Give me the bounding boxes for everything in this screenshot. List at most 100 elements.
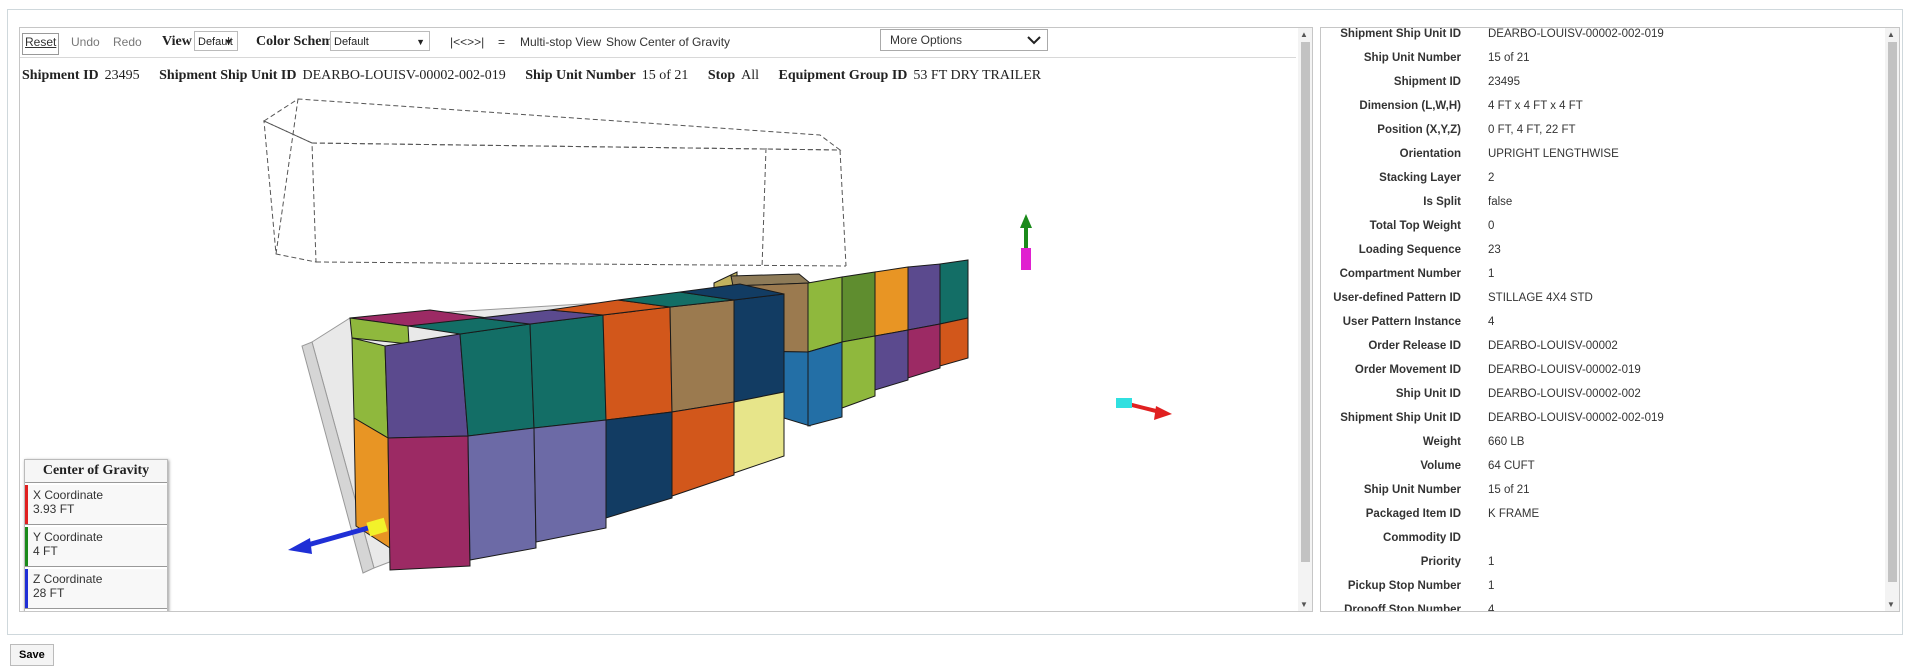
property-value: DEARBO-LOUISV-00002-002 <box>1488 388 1641 400</box>
axis-x-handle <box>1116 398 1132 408</box>
property-value: STILLAGE 4X4 STD <box>1488 292 1593 304</box>
property-row: Ship Unit Number 15 of 21 <box>1321 483 1881 507</box>
property-label: Total Top Weight <box>1369 220 1461 232</box>
property-row: Loading Sequence 23 <box>1321 243 1881 267</box>
property-row: Packaged Item ID K FRAME <box>1321 507 1881 531</box>
property-value: 15 of 21 <box>1488 484 1530 496</box>
cog-x-label: X Coordinate <box>33 488 104 502</box>
property-label: Compartment Number <box>1339 268 1461 280</box>
z-color-bar <box>25 569 28 608</box>
cargo-boxes <box>349 259 969 571</box>
property-label: Ship Unit ID <box>1395 388 1461 400</box>
property-label: Shipment Ship Unit ID <box>1340 412 1461 424</box>
properties-panel: Shipment Ship Unit ID DEARBO-LOUISV-00002… <box>1320 27 1900 612</box>
property-value: DEARBO-LOUISV-00002 <box>1488 340 1618 352</box>
property-label: Order Movement ID <box>1354 364 1461 376</box>
property-value: 23 <box>1488 244 1501 256</box>
property-label: Is Split <box>1423 196 1461 208</box>
property-label: Pickup Stop Number <box>1347 580 1461 592</box>
cog-x-value: 3.93 FT <box>33 502 75 516</box>
cog-z-label: Z Coordinate <box>33 572 103 586</box>
scroll-thumb[interactable] <box>1888 42 1897 582</box>
axis-x-arrow <box>1154 406 1172 420</box>
trailer-3d-view[interactable] <box>20 28 1298 612</box>
property-value: 4 <box>1488 316 1495 328</box>
property-label: Stacking Layer <box>1379 172 1461 184</box>
property-row: Order Release ID DEARBO-LOUISV-00002 <box>1321 339 1881 363</box>
property-label: User Pattern Instance <box>1342 316 1461 328</box>
property-value: 4 FT x 4 FT x 4 FT <box>1488 100 1583 112</box>
property-value: 2 <box>1488 172 1495 184</box>
center-of-gravity-panel: Center of Gravity X Coordinate 3.93 FT Y… <box>24 459 168 611</box>
scroll-thumb[interactable] <box>1301 42 1310 562</box>
viewer-scrollbar[interactable]: ▲ ▼ <box>1298 28 1312 611</box>
property-value: 0 FT, 4 FT, 22 FT <box>1488 124 1576 136</box>
property-label: Position (X,Y,Z) <box>1377 124 1461 136</box>
property-row: Total Top Weight 0 <box>1321 219 1881 243</box>
scroll-up-icon[interactable]: ▲ <box>1887 30 1895 39</box>
property-value: 1 <box>1488 268 1495 280</box>
property-value: 4 <box>1488 604 1495 612</box>
property-value: 0 <box>1488 220 1495 232</box>
property-label: Priority <box>1420 556 1461 568</box>
property-value: DEARBO-LOUISV-00002-002-019 <box>1488 412 1664 424</box>
property-value: 660 LB <box>1488 436 1525 448</box>
property-row: Shipment Ship Unit ID DEARBO-LOUISV-00002… <box>1321 28 1881 51</box>
property-row: Position (X,Y,Z) 0 FT, 4 FT, 22 FT <box>1321 123 1881 147</box>
property-value: DEARBO-LOUISV-00002-002-019 <box>1488 28 1664 40</box>
property-value: 64 CUFT <box>1488 460 1535 472</box>
property-row: Ship Unit ID DEARBO-LOUISV-00002-002 <box>1321 387 1881 411</box>
property-row: Volume 64 CUFT <box>1321 459 1881 483</box>
property-row: Is Split false <box>1321 195 1881 219</box>
cog-title: Center of Gravity <box>25 460 167 483</box>
property-row: Shipment ID 23495 <box>1321 75 1881 99</box>
property-label: Orientation <box>1399 148 1461 160</box>
axis-z-arrow <box>288 538 312 554</box>
property-label: Ship Unit Number <box>1363 484 1461 496</box>
properties-scrollbar[interactable]: ▲ ▼ <box>1885 28 1899 611</box>
property-value: DEARBO-LOUISV-00002-019 <box>1488 364 1641 376</box>
property-value: 15 of 21 <box>1488 52 1530 64</box>
load-viewer-panel: Reset Undo Redo View Default ▼ Color Sch… <box>19 27 1313 612</box>
property-row: Pickup Stop Number 1 <box>1321 579 1881 603</box>
property-label: User-defined Pattern ID <box>1333 292 1461 304</box>
scroll-down-icon[interactable]: ▼ <box>1300 600 1308 609</box>
y-color-bar <box>25 527 28 566</box>
property-value: 1 <box>1488 556 1495 568</box>
property-value: K FRAME <box>1488 508 1540 520</box>
property-value: UPRIGHT LENGTHWISE <box>1488 148 1619 160</box>
property-row: Orientation UPRIGHT LENGTHWISE <box>1321 147 1881 171</box>
property-label: Commodity ID <box>1383 532 1461 544</box>
property-label: Shipment Ship Unit ID <box>1340 28 1461 40</box>
property-row: Stacking Layer 2 <box>1321 171 1881 195</box>
property-row: Shipment Ship Unit ID DEARBO-LOUISV-00002… <box>1321 411 1881 435</box>
property-row: Dropoff Stop Number 4 <box>1321 603 1881 612</box>
cog-z-value: 28 FT <box>33 586 65 600</box>
cog-marker <box>1021 248 1031 270</box>
property-row: Weight 660 LB <box>1321 435 1881 459</box>
axis-y-arrow <box>1020 214 1032 228</box>
property-label: Volume <box>1420 460 1461 472</box>
property-label: Dropoff Stop Number <box>1344 604 1461 612</box>
property-row: Order Movement ID DEARBO-LOUISV-00002-019 <box>1321 363 1881 387</box>
property-row: User-defined Pattern ID STILLAGE 4X4 STD <box>1321 291 1881 315</box>
property-row: Commodity ID <box>1321 531 1881 555</box>
property-value: 23495 <box>1488 76 1520 88</box>
cog-x-row: X Coordinate 3.93 FT <box>25 485 167 525</box>
cog-y-row: Y Coordinate 4 FT <box>25 527 167 567</box>
property-label: Dimension (L,W,H) <box>1359 100 1461 112</box>
property-label: Packaged Item ID <box>1365 508 1461 520</box>
property-row: Dimension (L,W,H) 4 FT x 4 FT x 4 FT <box>1321 99 1881 123</box>
property-value: 1 <box>1488 580 1495 592</box>
property-row: User Pattern Instance 4 <box>1321 315 1881 339</box>
cog-y-label: Y Coordinate <box>33 530 103 544</box>
property-row: Ship Unit Number 15 of 21 <box>1321 51 1881 75</box>
property-label: Loading Sequence <box>1358 244 1461 256</box>
property-label: Order Release ID <box>1368 340 1461 352</box>
property-label: Ship Unit Number <box>1363 52 1461 64</box>
property-row: Priority 1 <box>1321 555 1881 579</box>
property-row: Compartment Number 1 <box>1321 267 1881 291</box>
save-button[interactable]: Save <box>10 644 54 666</box>
scroll-up-icon[interactable]: ▲ <box>1300 30 1308 39</box>
scroll-down-icon[interactable]: ▼ <box>1887 600 1895 609</box>
